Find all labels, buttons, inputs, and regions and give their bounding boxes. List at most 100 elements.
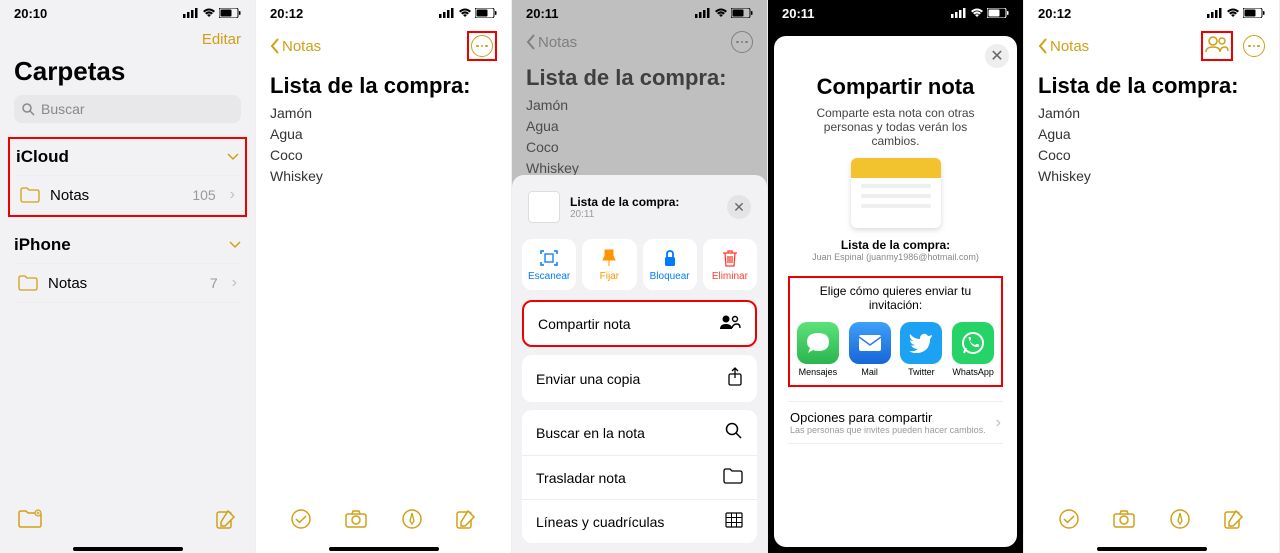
back-button[interactable]: Notas <box>270 38 321 55</box>
invite-label: Elige cómo quieres enviar tu invitación: <box>794 284 997 312</box>
status-bar: 20:12 <box>1024 0 1279 23</box>
status-bar: 20:12 <box>256 0 511 23</box>
home-indicator <box>73 547 183 551</box>
folder-icloud-notas[interactable]: Notas 105 › <box>16 175 239 215</box>
wifi-icon <box>458 6 472 21</box>
chevron-down-icon <box>227 153 239 161</box>
lock-icon <box>645 247 695 269</box>
note-preview <box>851 158 941 228</box>
new-folder-icon[interactable] <box>18 509 42 534</box>
people-icon <box>719 314 741 333</box>
share-options-row[interactable]: Opciones para compartir Las personas que… <box>788 401 1003 444</box>
find-item[interactable]: Buscar en la nota <box>522 410 757 456</box>
folder-iphone-notas[interactable]: Notas 7 › <box>14 263 241 303</box>
signal-icon <box>183 6 199 21</box>
note-title[interactable]: Lista de la compra: <box>1038 73 1265 99</box>
more-button[interactable] <box>1243 35 1265 57</box>
screen-share-modal: 20:11 ✕ Compartir nota Comparte esta not… <box>768 0 1024 553</box>
grid-icon <box>725 512 743 531</box>
edit-button[interactable]: Editar <box>202 31 241 48</box>
send-copy-item[interactable]: Enviar una copia <box>522 355 757 402</box>
markup-icon[interactable] <box>401 508 423 535</box>
twitter-icon <box>900 322 942 364</box>
close-button[interactable]: ✕ <box>727 195 751 219</box>
compose-icon[interactable] <box>215 508 237 535</box>
signal-icon <box>951 6 967 21</box>
checklist-icon[interactable] <box>290 508 312 535</box>
search-icon <box>22 103 35 116</box>
search-icon <box>725 422 743 443</box>
delete-button[interactable]: Eliminar <box>703 239 757 290</box>
share-note-item[interactable]: Compartir nota <box>524 302 755 345</box>
modal-desc: Comparte esta nota con otras personas y … <box>806 106 985 148</box>
status-icons <box>1207 6 1265 21</box>
share-messages[interactable]: Mensajes <box>796 322 840 377</box>
sheet-title: Lista de la compra: 20:11 <box>570 195 717 220</box>
wifi-icon <box>202 6 216 21</box>
status-icons <box>439 6 497 21</box>
whatsapp-icon <box>952 322 994 364</box>
screen-folders: 20:10 Editar Carpetas Buscar iCloud <box>0 0 256 553</box>
action-sheet: Lista de la compra: 20:11 ✕ Escanear Fij… <box>512 175 767 553</box>
signal-icon <box>1207 6 1223 21</box>
shared-note-title: Lista de la compra: <box>788 238 1003 252</box>
battery-icon <box>987 6 1009 21</box>
scan-button[interactable]: Escanear <box>522 239 576 290</box>
markup-icon[interactable] <box>1169 508 1191 535</box>
chevron-right-icon: › <box>230 186 235 204</box>
note-title[interactable]: Lista de la compra: <box>270 73 497 99</box>
section-icloud[interactable]: iCloud <box>16 139 239 175</box>
more-button[interactable] <box>471 35 493 57</box>
compose-icon[interactable] <box>455 508 477 535</box>
note-body[interactable]: JamónAguaCocoWhiskey <box>1038 103 1265 187</box>
note-body[interactable]: Jamón Agua Coco Whiskey <box>270 103 497 187</box>
pin-button[interactable]: Fijar <box>582 239 636 290</box>
share-modal: ✕ Compartir nota Comparte esta nota con … <box>774 36 1017 547</box>
chevron-down-icon <box>229 241 241 249</box>
messages-icon <box>797 322 839 364</box>
status-icons <box>183 6 241 21</box>
back-button[interactable]: Notas <box>1038 38 1089 55</box>
nav-bar: Editar <box>0 23 255 56</box>
search-input[interactable]: Buscar <box>14 95 241 123</box>
wifi-icon <box>970 6 984 21</box>
screen-note-shared: 20:12 Notas Lista de la compra: JamónAgu… <box>1024 0 1280 553</box>
compose-icon[interactable] <box>1223 508 1245 535</box>
mail-icon <box>849 322 891 364</box>
chevron-left-icon <box>270 38 280 54</box>
bottom-bar <box>256 500 511 543</box>
share-icon <box>727 367 743 390</box>
checklist-icon[interactable] <box>1058 508 1080 535</box>
search-placeholder: Buscar <box>41 101 85 117</box>
status-bar: 20:10 <box>0 0 255 23</box>
signal-icon <box>439 6 455 21</box>
status-time: 20:10 <box>14 6 47 21</box>
lines-item[interactable]: Líneas y cuadrículas <box>522 500 757 543</box>
share-twitter[interactable]: Twitter <box>900 322 944 377</box>
camera-icon[interactable] <box>1112 509 1136 534</box>
pin-icon <box>584 247 634 269</box>
status-time: 20:11 <box>782 6 815 21</box>
lock-button[interactable]: Bloquear <box>643 239 697 290</box>
collaborators-button[interactable] <box>1205 40 1229 57</box>
page-title: Carpetas <box>14 56 241 87</box>
chevron-right-icon: › <box>232 274 237 292</box>
screen-actionsheet: 20:11 Notas Lista de la compra: JamónAgu… <box>512 0 768 553</box>
share-mail[interactable]: Mail <box>848 322 892 377</box>
status-time: 20:12 <box>270 6 303 21</box>
modal-title: Compartir nota <box>788 74 1003 100</box>
battery-icon <box>475 6 497 21</box>
home-indicator <box>1097 547 1207 551</box>
nav-bar: Notas <box>256 23 511 69</box>
camera-icon[interactable] <box>344 509 368 534</box>
close-button[interactable]: ✕ <box>985 44 1009 68</box>
battery-icon <box>1243 6 1265 21</box>
move-item[interactable]: Trasladar nota <box>522 456 757 500</box>
scan-icon <box>524 247 574 269</box>
wifi-icon <box>1226 6 1240 21</box>
folder-icon <box>18 275 38 291</box>
share-whatsapp[interactable]: WhatsApp <box>951 322 995 377</box>
section-iphone[interactable]: iPhone <box>14 227 241 263</box>
folder-icon <box>723 468 743 487</box>
home-indicator <box>329 547 439 551</box>
